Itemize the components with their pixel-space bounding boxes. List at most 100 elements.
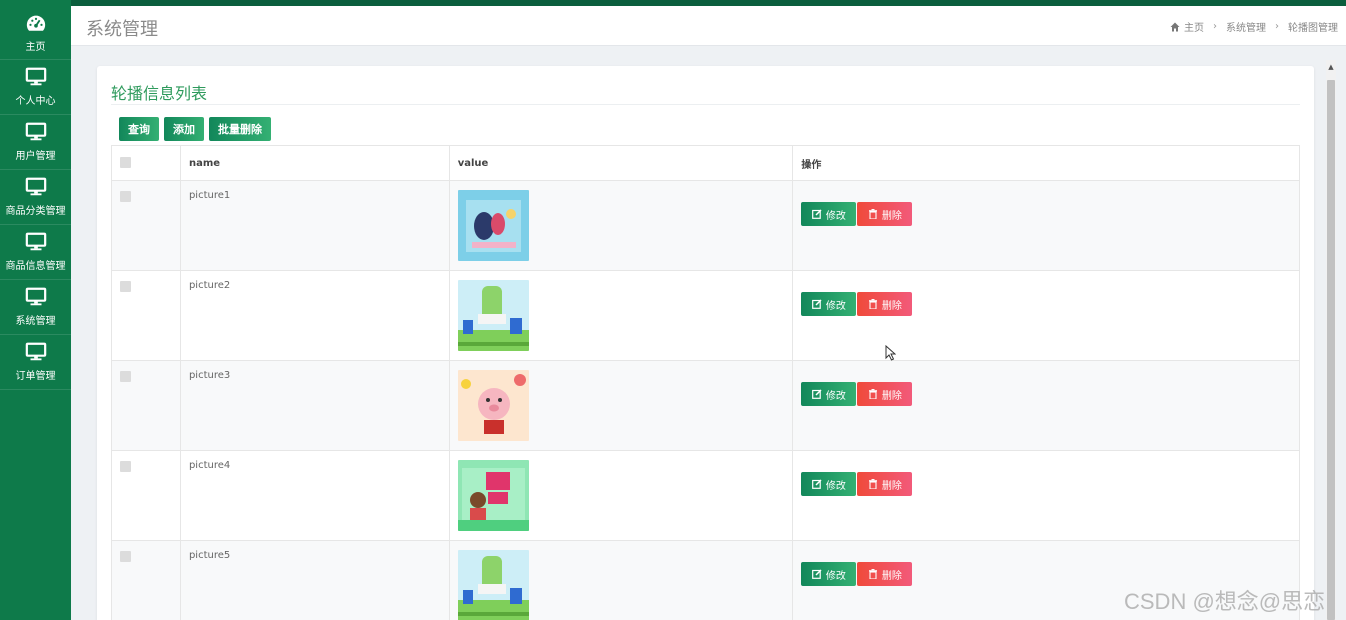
breadcrumb: 主页 › 系统管理 › 轮播图管理: [1170, 19, 1338, 34]
edit-icon: [812, 389, 822, 399]
mouse-cursor-icon: [885, 345, 896, 361]
edit-icon: [812, 299, 822, 309]
row-actions: 修改 删除: [792, 180, 1300, 271]
sidebar-item-label: 订单管理: [15, 371, 56, 382]
trash-icon: [868, 299, 877, 309]
row-value-cell: [448, 540, 794, 620]
dashboard-icon: [26, 15, 45, 31]
row-select-cell: [111, 360, 181, 451]
trash-icon: [868, 389, 877, 399]
trash-icon: [868, 209, 877, 219]
carousel-thumbnail[interactable]: [457, 280, 529, 351]
carousel-thumbnail[interactable]: [457, 370, 529, 441]
breadcrumb-system[interactable]: 系统管理: [1226, 19, 1266, 34]
row-actions: 修改 删除: [792, 270, 1300, 361]
row-name: picture3: [179, 360, 450, 451]
breadcrumb-current: 轮播图管理: [1288, 23, 1338, 34]
sidebar: 主页 个人中心 用户管理 商品分类管理 商品信息管理 系统管理 订单管理: [0, 0, 71, 620]
sidebar-item-label: 系统管理: [15, 316, 56, 327]
select-all-checkbox[interactable]: [120, 156, 131, 168]
delete-button[interactable]: 删除: [857, 292, 913, 316]
edit-button[interactable]: 修改: [801, 382, 857, 406]
delete-button[interactable]: 删除: [857, 382, 913, 406]
table-row: picture2 修改 删除: [111, 270, 1300, 361]
row-checkbox[interactable]: [120, 191, 131, 202]
monitor-icon: [25, 67, 46, 86]
row-checkbox[interactable]: [120, 371, 131, 382]
column-header-actions: 操作: [792, 145, 1300, 181]
sidebar-item-label: 商品信息管理: [5, 261, 66, 272]
sidebar-item-label: 主页: [25, 41, 46, 53]
sidebar-item-product-management[interactable]: 商品信息管理: [0, 225, 71, 280]
row-value-cell: [448, 360, 794, 451]
sidebar-item-label: 商品分类管理: [5, 206, 66, 217]
delete-button[interactable]: 删除: [857, 472, 913, 496]
edit-icon: [812, 479, 822, 489]
select-all-cell: [111, 145, 181, 181]
monitor-icon: [25, 232, 46, 251]
breadcrumb-home[interactable]: 主页: [1184, 19, 1204, 34]
add-button[interactable]: 添加: [164, 117, 204, 141]
edit-button[interactable]: 修改: [801, 562, 857, 586]
scroll-up-arrow-icon[interactable]: ▲: [1326, 60, 1336, 74]
delete-button[interactable]: 删除: [857, 202, 913, 226]
watermark: CSDN @想念@思恋: [1124, 589, 1326, 614]
home-icon: [1170, 22, 1180, 31]
edit-icon: [812, 569, 822, 579]
trash-icon: [868, 479, 877, 489]
row-select-cell: [111, 450, 181, 541]
sidebar-item-system-management[interactable]: 系统管理: [0, 280, 71, 335]
toolbar: 查询 添加 批量删除: [119, 117, 271, 141]
header: 系统管理 主页 › 系统管理 › 轮播图管理: [71, 6, 1346, 46]
sidebar-item-category-management[interactable]: 商品分类管理: [0, 170, 71, 225]
row-value-cell: [448, 180, 794, 271]
sidebar-item-home[interactable]: 主页: [0, 0, 71, 60]
row-select-cell: [111, 540, 181, 620]
row-select-cell: [111, 270, 181, 361]
row-select-cell: [111, 180, 181, 271]
chevron-right-icon: ›: [1275, 21, 1279, 32]
table-row: picture1 修改 删除: [111, 180, 1300, 271]
row-checkbox[interactable]: [120, 551, 131, 562]
sidebar-item-order-management[interactable]: 订单管理: [0, 335, 71, 390]
monitor-icon: [25, 122, 46, 141]
carousel-table: name value 操作 picture1 修改 删除 picture2 修改…: [111, 145, 1300, 620]
trash-icon: [868, 569, 877, 579]
row-name: picture1: [179, 180, 450, 271]
row-value-cell: [448, 450, 794, 541]
card-title: 轮播信息列表: [111, 84, 208, 103]
sidebar-item-label: 用户管理: [15, 151, 56, 162]
row-checkbox[interactable]: [120, 281, 131, 292]
edit-icon: [812, 209, 822, 219]
scrollbar-thumb[interactable]: [1327, 80, 1335, 620]
table-header-row: name value 操作: [111, 145, 1300, 181]
monitor-icon: [25, 342, 46, 361]
sidebar-item-user-management[interactable]: 用户管理: [0, 115, 71, 170]
column-header-value: value: [448, 145, 794, 181]
row-actions: 修改 删除: [792, 360, 1300, 451]
carousel-thumbnail[interactable]: [457, 460, 529, 531]
query-button[interactable]: 查询: [119, 117, 159, 141]
table-row: picture4 修改 删除: [111, 450, 1300, 541]
row-checkbox[interactable]: [120, 461, 131, 472]
page-title: 系统管理: [86, 19, 158, 40]
row-actions: 修改 删除: [792, 450, 1300, 541]
row-value-cell: [448, 270, 794, 361]
row-name: picture2: [179, 270, 450, 361]
edit-button[interactable]: 修改: [801, 292, 857, 316]
carousel-thumbnail[interactable]: [457, 190, 529, 261]
column-header-name: name: [179, 145, 450, 181]
edit-button[interactable]: 修改: [801, 202, 857, 226]
carousel-thumbnail[interactable]: [457, 550, 529, 620]
batch-delete-button[interactable]: 批量删除: [209, 117, 271, 141]
sidebar-item-personal-center[interactable]: 个人中心: [0, 60, 71, 115]
monitor-icon: [25, 177, 46, 196]
edit-button[interactable]: 修改: [801, 472, 857, 496]
table-row: picture3 修改 删除: [111, 360, 1300, 451]
row-name: picture4: [179, 450, 450, 541]
sidebar-item-label: 个人中心: [15, 96, 56, 107]
carousel-list-card: 轮播信息列表 查询 添加 批量删除 name value 操作 picture1: [97, 66, 1314, 620]
chevron-right-icon: ›: [1213, 21, 1217, 32]
table-row: picture5 修改 删除: [111, 540, 1300, 620]
delete-button[interactable]: 删除: [857, 562, 913, 586]
